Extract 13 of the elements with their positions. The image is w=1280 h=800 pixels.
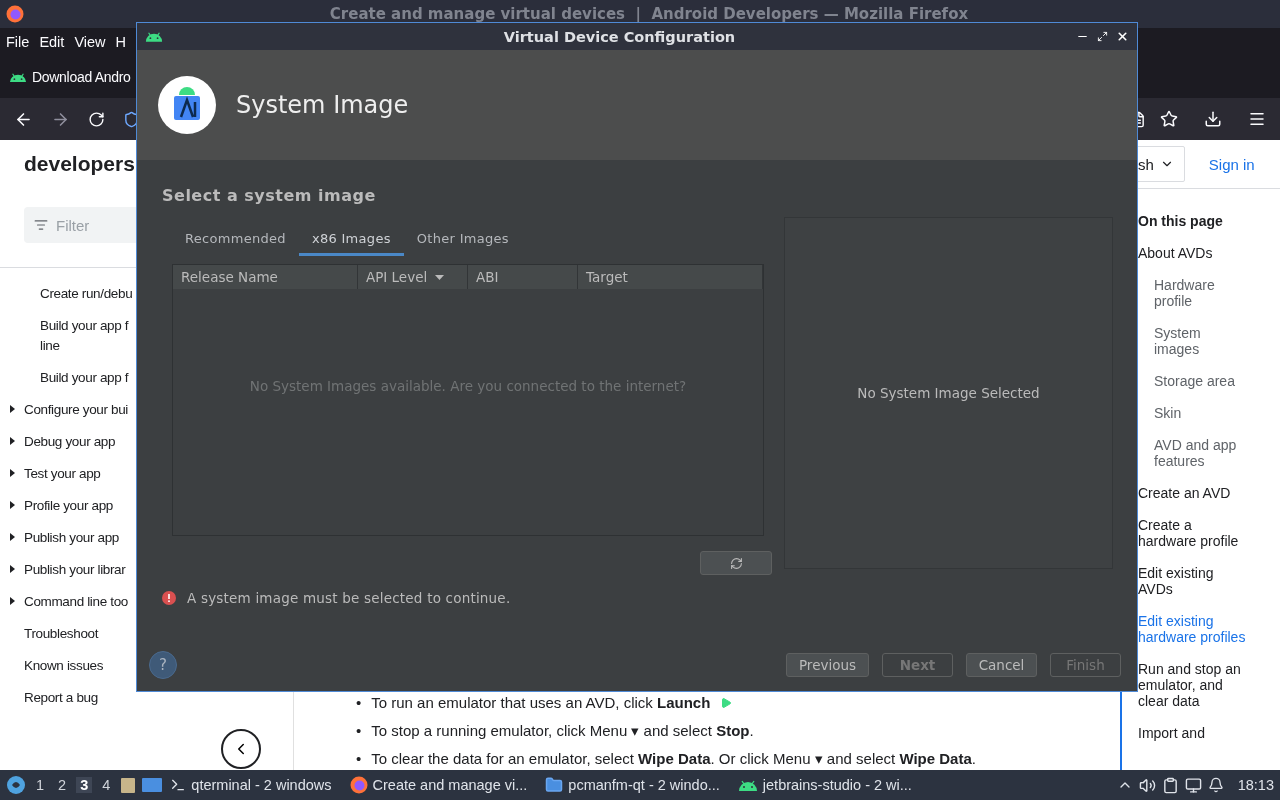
page-heading: System Image	[236, 91, 409, 119]
toc-heading: On this page	[1138, 213, 1224, 229]
bullet-marker: •	[356, 693, 362, 712]
detail-message: No System Image Selected	[857, 385, 1040, 401]
dialog-title: Virtual Device Configuration	[502, 28, 737, 45]
section-title: Select a system image	[162, 186, 377, 205]
instruction-text: To run an emulator that uses an AVD, click Launch	[371, 693, 711, 712]
clock: 18:13	[1237, 777, 1274, 793]
instruction-text: To clear the data for an emulator, select Wipe Data. Or click Menu ▾ and select Wipe Data.	[371, 749, 976, 768]
error-message: A system image must be selected to continue.	[187, 590, 511, 606]
bullet-marker: •	[356, 721, 362, 740]
instruction-text: To stop a running emulator, click Menu ▾ and select Stop.	[371, 721, 754, 740]
bullet-marker: •	[356, 749, 362, 768]
